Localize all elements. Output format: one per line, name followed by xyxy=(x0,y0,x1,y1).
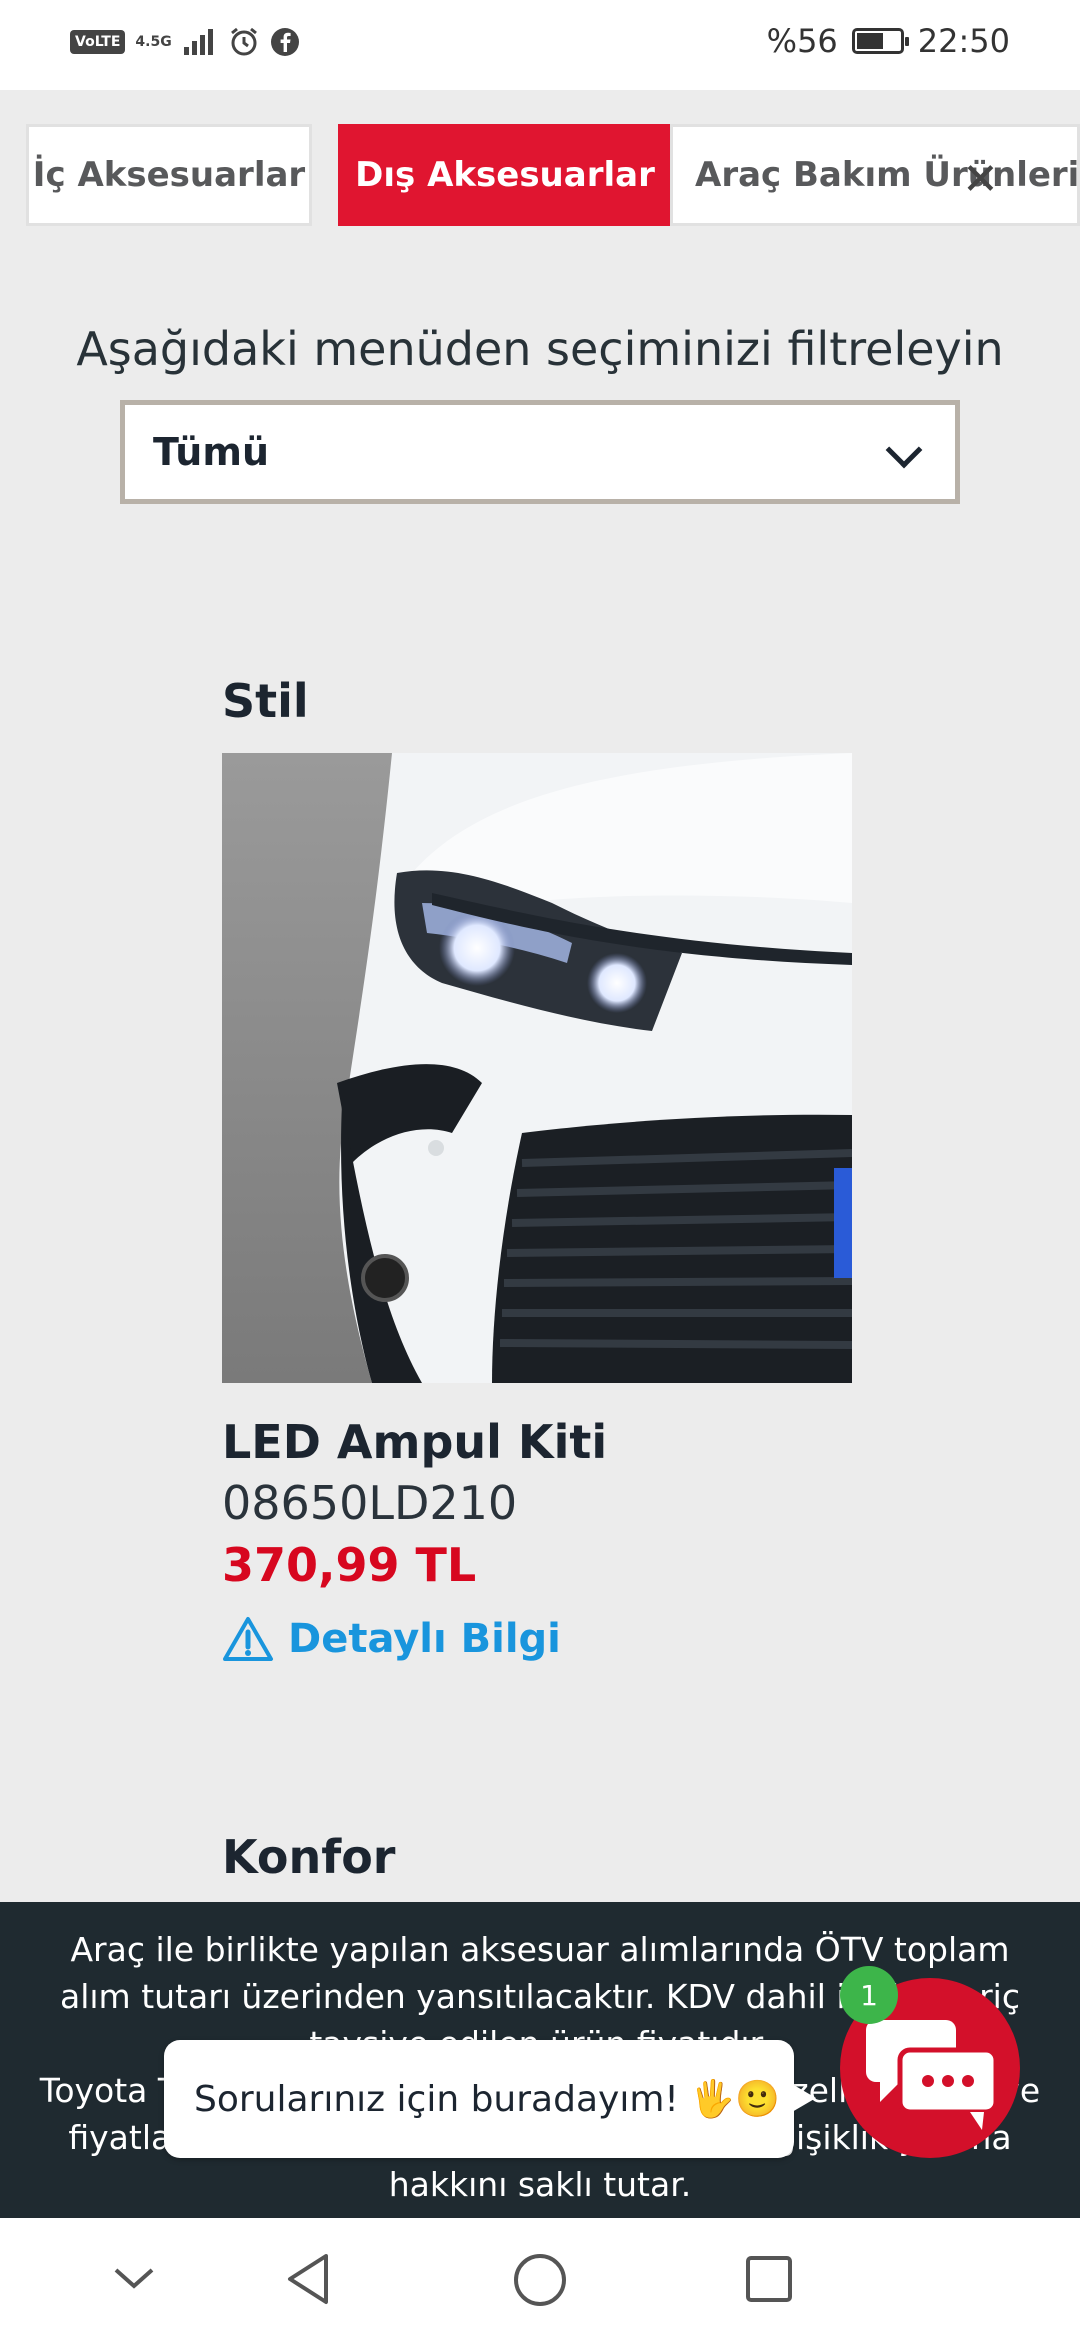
detail-link-label[interactable]: Detaylı Bilgi xyxy=(288,1616,561,1662)
volte-icon: VoLTE xyxy=(70,30,126,54)
battery-percent: %56 xyxy=(766,22,838,60)
chat-greeting-bubble[interactable]: Sorularınız için buradayım! 🖐🙂 xyxy=(164,2040,816,2158)
status-bar: VoLTE 4.5G %56 22:50 xyxy=(0,0,1080,90)
chevron-down-icon xyxy=(885,431,923,469)
product-price: 370,99 TL xyxy=(222,1538,477,1592)
chat-unread-badge: 1 xyxy=(840,1966,898,2024)
product-code: 08650LD210 xyxy=(222,1476,518,1530)
category-tabs: İç Aksesuarlar Dış Aksesuarlar Araç Bakı… xyxy=(26,124,1080,226)
alarm-icon xyxy=(230,27,257,56)
product-image[interactable] xyxy=(222,753,852,1383)
network-type: 4.5G xyxy=(135,34,172,50)
filter-select[interactable]: Tümü xyxy=(120,400,960,504)
chat-greeting-text: Sorularınız için buradayım! 🖐🙂 xyxy=(194,2079,780,2120)
battery-icon xyxy=(851,28,909,54)
facebook-icon xyxy=(270,28,299,56)
tab-arac-bakim-urunleri[interactable]: Araç Bakım Ürünleri xyxy=(670,124,1080,226)
warning-icon xyxy=(223,1617,273,1661)
section-title-stil: Stil xyxy=(222,674,309,728)
clock: 22:50 xyxy=(917,22,1010,60)
filter-label: Aşağıdaki menüden seçiminizi filtreleyin xyxy=(76,322,1004,376)
close-icon[interactable]: ✕ xyxy=(962,158,999,202)
back-icon[interactable] xyxy=(282,2252,334,2306)
tab-ic-aksesuarlar[interactable]: İç Aksesuarlar xyxy=(26,124,312,226)
home-icon[interactable] xyxy=(512,2252,568,2308)
status-left: VoLTE 4.5G xyxy=(70,26,300,58)
status-right: %56 22:50 xyxy=(767,22,1010,60)
navigation-bar xyxy=(0,2218,1080,2340)
section-title-konfor: Konfor xyxy=(222,1830,396,1884)
product-name[interactable]: LED Ampul Kiti xyxy=(222,1415,607,1469)
signal-icon xyxy=(183,29,213,55)
detail-link[interactable]: Detaylı Bilgi xyxy=(222,1616,561,1662)
hide-keyboard-icon[interactable] xyxy=(112,2262,156,2296)
recents-icon[interactable] xyxy=(744,2254,794,2304)
filter-selected-value: Tümü xyxy=(153,430,270,474)
tab-dis-aksesuarlar[interactable]: Dış Aksesuarlar xyxy=(338,124,672,226)
car-headlight-illustration xyxy=(222,753,852,1383)
